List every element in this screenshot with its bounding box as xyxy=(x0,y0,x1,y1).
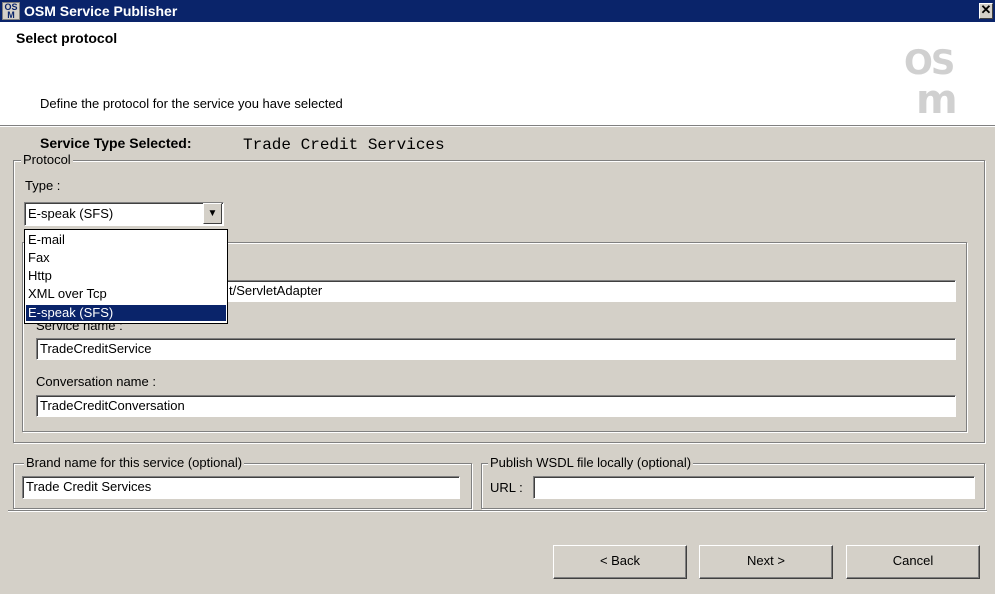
wsdl-url-field[interactable] xyxy=(533,476,975,499)
service-type-label: Service Type Selected: xyxy=(40,135,192,151)
endpoint-url-value: t/ServletAdapter xyxy=(229,283,323,298)
option-email[interactable]: E-mail xyxy=(26,232,226,248)
osm-logo-top: OS xyxy=(904,43,955,83)
back-button[interactable]: < Back xyxy=(553,545,687,579)
page-subtitle: Define the protocol for the service you … xyxy=(40,96,343,111)
url-label: URL : xyxy=(490,480,523,495)
wsdl-legend: Publish WSDL file locally (optional) xyxy=(488,455,694,470)
window-title: OSM Service Publisher xyxy=(24,3,178,19)
cancel-button[interactable]: Cancel xyxy=(846,545,980,579)
option-xml-over-tcp[interactable]: XML over Tcp xyxy=(26,286,226,302)
service-name-field[interactable]: TradeCreditService xyxy=(36,338,956,360)
brand-legend: Brand name for this service (optional) xyxy=(24,455,245,470)
footer-divider xyxy=(8,510,987,512)
conversation-name-label: Conversation name : xyxy=(36,374,156,389)
protocol-type-dropdown: E-mail Fax Http XML over Tcp E-speak (SF… xyxy=(24,229,228,324)
close-icon[interactable]: ✕ xyxy=(979,3,993,19)
next-button[interactable]: Next > xyxy=(699,545,833,579)
brand-name-field[interactable]: Trade Credit Services xyxy=(22,476,460,499)
protocol-type-select[interactable]: E-speak (SFS) xyxy=(24,202,224,226)
option-fax[interactable]: Fax xyxy=(26,250,226,266)
page-title: Select protocol xyxy=(16,30,118,46)
option-espeak-sfs[interactable]: E-speak (SFS) xyxy=(25,304,227,322)
osm-logo-bottom: m xyxy=(916,77,958,123)
chevron-down-icon[interactable]: ▼ xyxy=(203,203,222,224)
protocol-legend: Protocol xyxy=(21,152,73,167)
osm-app-icon[interactable]: OS M xyxy=(2,2,20,20)
service-type-value: Trade Credit Services xyxy=(243,136,445,154)
option-http[interactable]: Http xyxy=(26,268,226,284)
conversation-name-field[interactable]: TradeCreditConversation xyxy=(36,395,956,417)
type-label: Type : xyxy=(25,178,61,193)
